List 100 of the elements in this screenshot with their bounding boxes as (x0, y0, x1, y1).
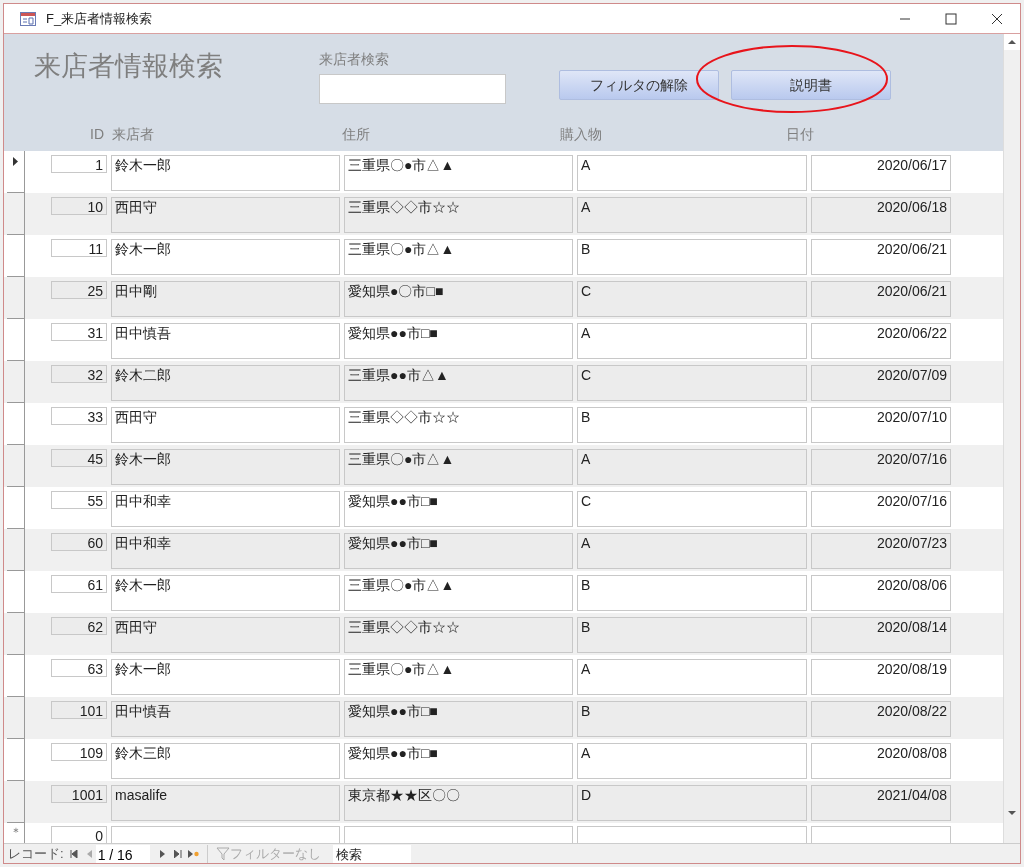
table-cell[interactable]: 三重県●●市△▲ (344, 365, 573, 401)
table-cell[interactable]: 2020/07/16 (811, 449, 951, 485)
table-cell[interactable]: 2020/06/18 (811, 197, 951, 233)
table-cell[interactable]: 三重県〇●市△▲ (344, 155, 573, 191)
table-cell[interactable]: 2020/07/23 (811, 533, 951, 569)
table-cell[interactable]: 2020/08/08 (811, 743, 951, 779)
table-cell[interactable]: 101 (51, 701, 107, 719)
table-cell[interactable]: 2020/08/06 (811, 575, 951, 611)
record-label: レコード: (8, 844, 64, 863)
table-cell[interactable]: 62 (51, 617, 107, 635)
table-cell[interactable]: 三重県◇◇市☆☆ (344, 407, 573, 443)
filter-icon[interactable] (215, 846, 230, 861)
table-cell[interactable]: 愛知県●〇市□■ (344, 281, 573, 317)
table-cell[interactable]: B (577, 701, 807, 737)
table-cell[interactable]: 田中和幸 (111, 491, 340, 527)
table-cell[interactable]: C (577, 491, 807, 527)
table-cell[interactable]: 三重県〇●市△▲ (344, 659, 573, 695)
table-cell[interactable]: masalife (111, 785, 340, 821)
table-cell[interactable]: 2020/08/14 (811, 617, 951, 653)
table-cell[interactable]: C (577, 365, 807, 401)
table-cell[interactable]: 60 (51, 533, 107, 551)
form-button[interactable]: 説明書 (731, 70, 891, 100)
table-cell[interactable]: 2020/06/21 (811, 239, 951, 275)
table-cell[interactable]: 鈴木二郎 (111, 365, 340, 401)
table-cell[interactable]: 三重県〇●市△▲ (344, 239, 573, 275)
table-cell[interactable]: 鈴木三郎 (111, 743, 340, 779)
next-record-icon[interactable] (159, 849, 166, 858)
table-cell[interactable]: 東京都★★区〇〇 (344, 785, 573, 821)
table-cell[interactable]: 愛知県●●市□■ (344, 743, 573, 779)
table-cell[interactable]: A (577, 449, 807, 485)
table-cell[interactable]: B (577, 617, 807, 653)
table-cell[interactable]: 田中和幸 (111, 533, 340, 569)
table-cell[interactable]: 愛知県●●市□■ (344, 323, 573, 359)
table-cell[interactable]: A (577, 197, 807, 233)
table-cell[interactable]: 西田守 (111, 407, 340, 443)
table-cell[interactable]: 鈴木一郎 (111, 449, 340, 485)
table-cell[interactable]: 2020/06/22 (811, 323, 951, 359)
table-cell[interactable]: 鈴木一郎 (111, 239, 340, 275)
table-cell[interactable]: 田中慎吾 (111, 701, 340, 737)
search-box[interactable]: 検索 (332, 844, 411, 863)
table-cell[interactable]: A (577, 743, 807, 779)
table-cell[interactable]: 鈴木一郎 (111, 575, 340, 611)
table-cell[interactable]: 10 (51, 197, 107, 215)
search-label: 来店者検索 (319, 50, 390, 69)
column-header: 購入物 (560, 125, 603, 144)
table-cell[interactable]: 三重県◇◇市☆☆ (344, 617, 573, 653)
table-cell[interactable]: 三重県〇●市△▲ (344, 575, 573, 611)
column-header: 来店者 (112, 125, 155, 144)
table-cell[interactable]: 33 (51, 407, 107, 425)
table-cell[interactable]: C (577, 281, 807, 317)
table-cell[interactable]: B (577, 239, 807, 275)
column-header: 住所 (342, 125, 371, 144)
previous-record-icon[interactable] (85, 849, 92, 858)
first-record-icon[interactable] (69, 849, 78, 858)
table-cell[interactable]: 25 (51, 281, 107, 299)
column-header: 日付 (786, 125, 814, 144)
table-cell[interactable]: A (577, 323, 807, 359)
table-cell[interactable]: 2020/07/09 (811, 365, 951, 401)
table-cell[interactable]: 2021/04/08 (811, 785, 951, 821)
table-cell[interactable]: 2020/08/22 (811, 701, 951, 737)
table-cell[interactable]: 2020/07/16 (811, 491, 951, 527)
table-cell[interactable]: 1001 (51, 785, 107, 803)
table-cell[interactable]: 2020/06/17 (811, 155, 951, 191)
table-cell[interactable]: D (577, 785, 807, 821)
table-cell[interactable]: A (577, 155, 807, 191)
search-field[interactable] (319, 74, 506, 104)
table-cell[interactable]: 愛知県●●市□■ (344, 701, 573, 737)
table-cell[interactable]: A (577, 659, 807, 695)
table-cell[interactable]: 鈴木一郎 (111, 155, 340, 191)
form-button[interactable]: フィルタの解除 (559, 70, 719, 100)
table-cell[interactable]: 2020/08/19 (811, 659, 951, 695)
table-cell[interactable]: 109 (51, 743, 107, 761)
table-cell[interactable]: 32 (51, 365, 107, 383)
table-cell[interactable]: 31 (51, 323, 107, 341)
table-cell[interactable]: 愛知県●●市□■ (344, 533, 573, 569)
last-record-icon[interactable] (173, 849, 182, 858)
table-cell[interactable]: 45 (51, 449, 107, 467)
table-cell[interactable]: 田中剛 (111, 281, 340, 317)
scroll-up-icon[interactable] (1004, 34, 1020, 50)
table-cell[interactable]: 鈴木一郎 (111, 659, 340, 695)
table-cell[interactable]: B (577, 407, 807, 443)
table-cell[interactable]: 1 (51, 155, 107, 173)
current-record-icon (13, 157, 18, 166)
table-cell[interactable]: 55 (51, 491, 107, 509)
table-cell[interactable]: 61 (51, 575, 107, 593)
new-record-icon[interactable] (187, 849, 199, 858)
table-cell[interactable]: 三重県◇◇市☆☆ (344, 197, 573, 233)
table-cell[interactable]: 2020/07/10 (811, 407, 951, 443)
table-cell[interactable]: B (577, 575, 807, 611)
table-cell[interactable]: 三重県〇●市△▲ (344, 449, 573, 485)
table-cell[interactable]: 0 (51, 826, 107, 844)
table-cell[interactable]: 63 (51, 659, 107, 677)
table-cell[interactable]: 愛知県●●市□■ (344, 491, 573, 527)
record-position-field[interactable]: 1 / 16 (95, 844, 150, 863)
table-cell[interactable]: 西田守 (111, 617, 340, 653)
table-cell[interactable]: 田中慎吾 (111, 323, 340, 359)
table-cell[interactable]: 西田守 (111, 197, 340, 233)
table-cell[interactable]: 11 (51, 239, 107, 257)
table-cell[interactable]: A (577, 533, 807, 569)
table-cell[interactable]: 2020/06/21 (811, 281, 951, 317)
